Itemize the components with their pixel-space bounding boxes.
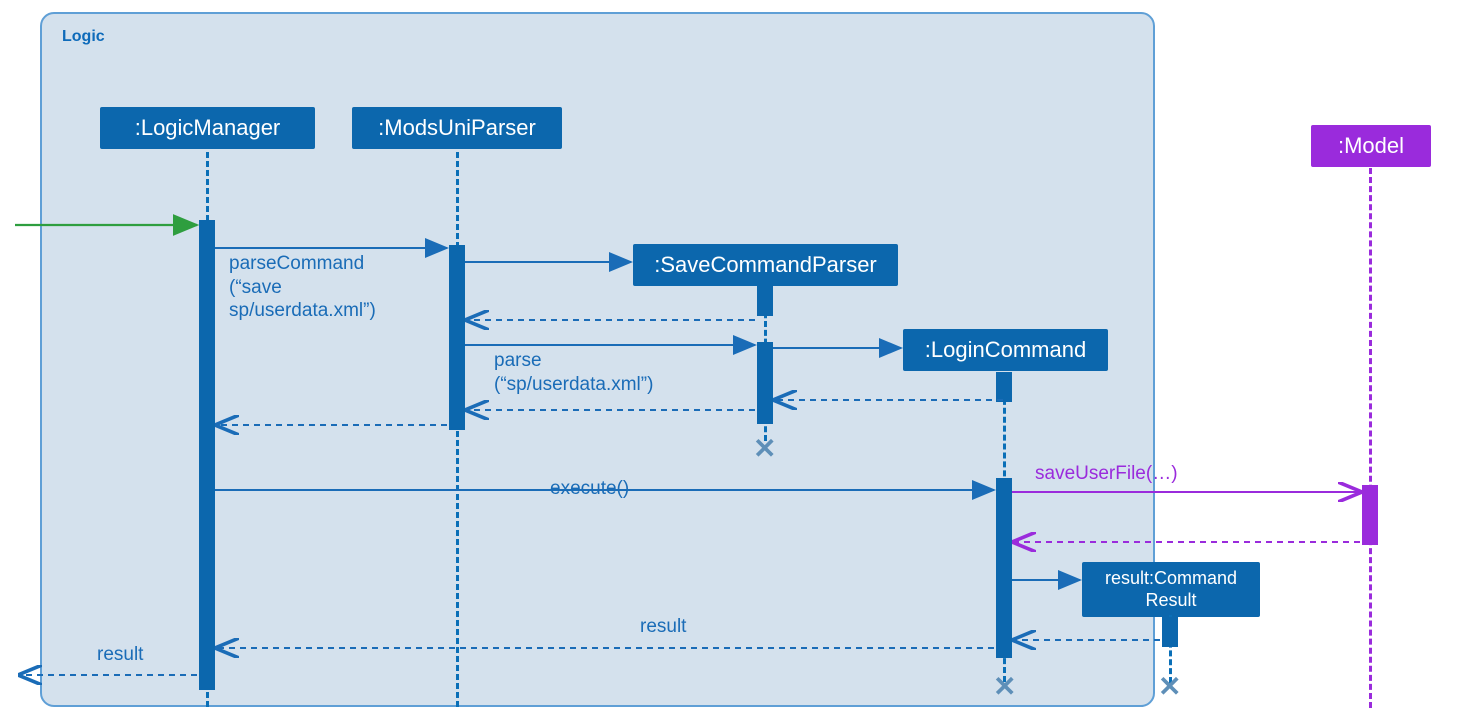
arrows-layer <box>0 0 1475 712</box>
